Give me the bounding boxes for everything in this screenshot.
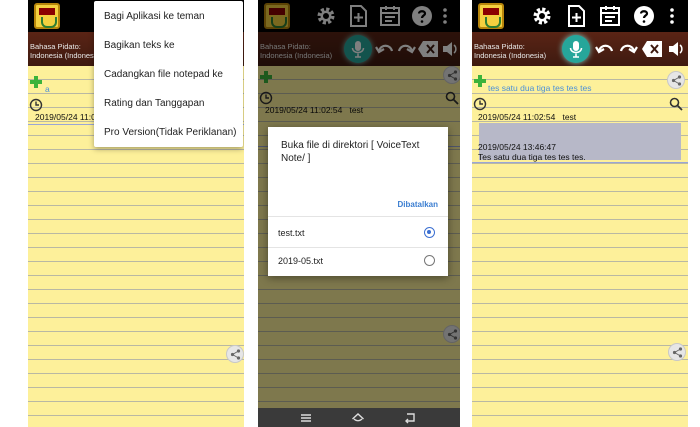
recents-icon[interactable] [299, 411, 313, 425]
divider [268, 216, 448, 217]
dialog-title: Buka file di direktori [ VoiceText Note/… [281, 140, 420, 164]
file-name: test.txt [278, 228, 305, 238]
add-icon[interactable] [473, 74, 487, 88]
menu-item-share-app[interactable]: Bagi Aplikasi ke teman [104, 11, 205, 22]
file-name: 2019-05.txt [278, 256, 324, 266]
screen-3-selection: Bahasa Pidato: Indonesia (Indonesia) tes… [472, 0, 688, 427]
settings-icon[interactable] [530, 4, 554, 28]
radio-unselected[interactable] [424, 255, 435, 266]
divider [268, 247, 448, 248]
overflow-menu: Bagi Aplikasi ke teman Bagikan teks ke C… [94, 1, 243, 147]
share-button-top[interactable] [667, 71, 685, 89]
system-nav-bar [258, 408, 460, 427]
redo-icon[interactable] [618, 40, 638, 58]
screen-2-open-dialog: Bahasa Pidato: Indonesia (Indonesia) 201… [258, 0, 460, 427]
screen-1-menu: Bahasa Pidato: Indonesia (Indonesia) a 2… [28, 0, 244, 427]
menu-item-backup[interactable]: Cadangkan file notepad ke [104, 69, 223, 80]
radio-selected[interactable] [424, 227, 435, 238]
menu-item-share-text[interactable]: Bagikan teks ke [104, 40, 175, 51]
menu-item-rating[interactable]: Rating dan Tanggapan [104, 98, 204, 109]
new-file-icon[interactable] [564, 4, 588, 28]
speech-language-text: Indonesia (Indonesia) [30, 51, 103, 60]
volume-icon[interactable] [668, 40, 684, 58]
share-icon [672, 347, 683, 358]
share-icon [230, 349, 241, 360]
add-icon[interactable] [29, 75, 43, 89]
mic-button[interactable] [562, 35, 590, 63]
note-first-line[interactable]: a [45, 84, 50, 94]
speech-language-text: Indonesia (Indonesia) [474, 51, 547, 60]
menu-item-pro-version[interactable]: Pro Version(Tidak Periklanan) [104, 127, 236, 138]
share-icon [671, 75, 682, 86]
note-entry-2-text[interactable]: Tes satu dua tiga tes tes tes. [478, 152, 586, 162]
app-logo-icon [478, 3, 504, 29]
mic-icon [569, 41, 583, 58]
speech-language-label: Bahasa Pidato: Indonesia (Indonesia) [474, 42, 546, 60]
app-toolbar [472, 0, 688, 32]
help-icon[interactable] [632, 4, 656, 28]
speech-bar: Bahasa Pidato: Indonesia (Indonesia) [472, 32, 688, 66]
home-icon[interactable] [351, 411, 365, 425]
note-entry-2-timestamp[interactable]: 2019/05/24 13:46:47 [478, 142, 556, 152]
more-vert-icon[interactable] [665, 4, 679, 28]
clock-icon[interactable] [29, 98, 43, 112]
clock-icon[interactable] [473, 97, 487, 111]
note-entry-1[interactable]: 2019/05/24 11:02:54 test [478, 112, 576, 122]
calendar-icon[interactable] [598, 4, 622, 28]
search-icon[interactable] [669, 97, 683, 111]
clear-icon[interactable] [641, 40, 663, 58]
margin-line [472, 162, 688, 163]
note-first-line[interactable]: tes satu dua tiga tes tes tes [488, 83, 591, 93]
speech-label-text: Bahasa Pidato: [30, 42, 81, 51]
note-title-text: test [562, 112, 577, 122]
speech-language-label: Bahasa Pidato: Indonesia (Indonesia) [30, 42, 102, 60]
cancel-button[interactable]: Dibatalkan [398, 200, 438, 209]
share-button[interactable] [226, 345, 244, 363]
timestamp-text: 2019/05/24 11:02:54 [478, 112, 556, 122]
open-file-dialog: Buka file di direktori [ VoiceText Note/… [268, 127, 448, 276]
undo-icon[interactable] [595, 40, 615, 58]
share-button[interactable] [668, 343, 686, 361]
back-icon[interactable] [403, 411, 417, 425]
speech-label-text: Bahasa Pidato: [474, 42, 525, 51]
app-logo-icon [34, 3, 60, 29]
